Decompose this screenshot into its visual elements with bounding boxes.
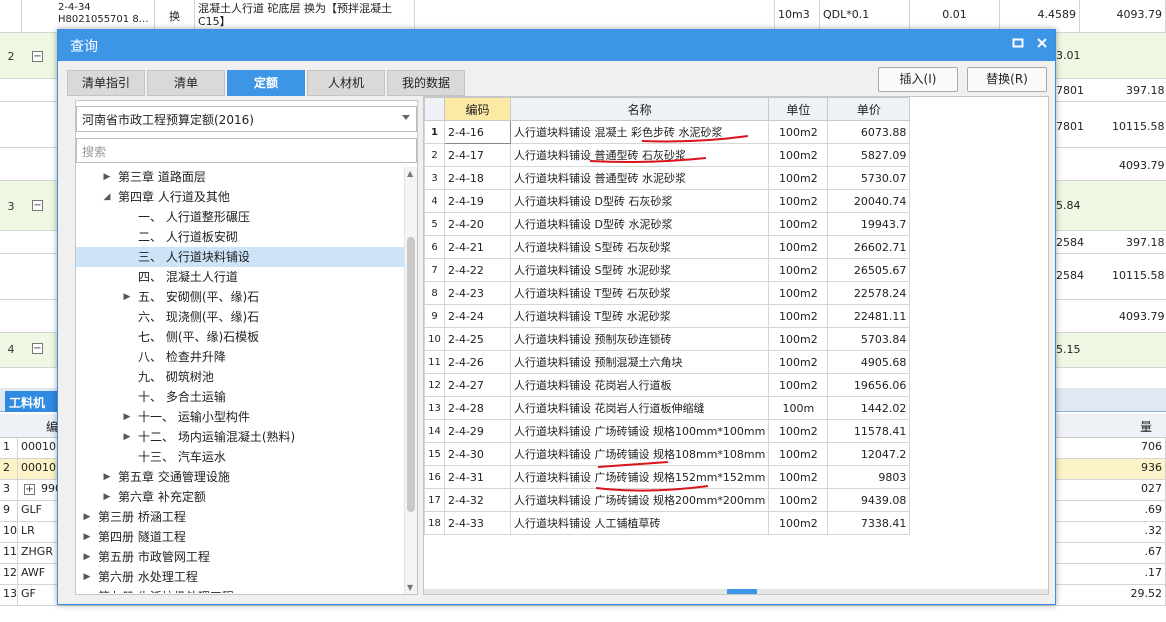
bottom-row-value: 027 [1120, 480, 1166, 500]
collapse-icon[interactable]: − [32, 51, 43, 62]
collapse-icon[interactable]: − [32, 200, 43, 211]
tab-labor-material-machine[interactable]: 工料机 [5, 391, 57, 412]
bottom-row-code: ZHGR [18, 543, 60, 563]
bottom-header-qty: 量 [1140, 420, 1153, 434]
bg-value: 4093.79 [1119, 310, 1165, 323]
bg-value: 10115.58 [1112, 120, 1165, 133]
bottom-row-code: LR [18, 522, 60, 542]
bottom-row-value: 706 [1120, 438, 1166, 458]
bottom-row-value: 936 [1120, 459, 1166, 479]
bottom-row-index: 1 [0, 438, 18, 458]
bg-op: 换 [155, 0, 195, 32]
bg-formula: QDL*0.1 [820, 0, 910, 32]
row-number: 4 [7, 343, 15, 356]
bg-value: 3.01 [1056, 49, 1081, 62]
bottom-row-index: 12 [0, 564, 18, 584]
bottom-row-value: 29.52 [1120, 585, 1166, 605]
bg-qty: 0.01 [910, 0, 1000, 32]
collapse-icon[interactable]: − [32, 343, 43, 354]
bg-v1: 4.4589 [1000, 0, 1080, 32]
bg-value: 397.18 [1126, 84, 1165, 97]
bg-cell [415, 0, 775, 32]
row-number: 3 [7, 200, 15, 213]
bg-value: 2584 [1056, 236, 1084, 249]
query-dialog: 查询 清单指引 清单 定额 人材机 我的数据 插入(I) 替换(R) 河南省市政… [57, 29, 1056, 605]
bg-value: 2584 [1056, 269, 1084, 282]
annotation-underline [597, 461, 669, 468]
bottom-row-code: GLF [18, 501, 60, 521]
bg-unit: 10m3 [775, 0, 820, 32]
annotation-underline [595, 485, 709, 492]
bottom-row-index: 13 [0, 585, 18, 605]
bottom-row-value: .32 [1120, 522, 1166, 542]
bottom-row-value: .67 [1120, 543, 1166, 563]
bottom-row-value: .17 [1120, 564, 1166, 584]
expand-icon[interactable]: + [24, 484, 35, 495]
bg-value: 5.84 [1056, 199, 1081, 212]
bottom-row-value: .69 [1120, 501, 1166, 521]
bg-value: 7801 [1056, 84, 1084, 97]
row-number: 2 [7, 50, 15, 63]
bg-value: 10115.58 [1112, 269, 1165, 282]
bottom-row-index: 9 [0, 501, 18, 521]
bg-value: 7801 [1056, 120, 1084, 133]
bg-desc: 混凝土人行道 砣底层 换为【预拌混凝土 C15】 [195, 0, 415, 32]
bottom-row-index: 3 [0, 480, 18, 500]
annotation-underline [589, 157, 707, 163]
bg-value: 5.15 [1056, 343, 1081, 356]
annotation-layer [589, 135, 749, 492]
bg-value: 4093.79 [1119, 159, 1165, 172]
bottom-row-index: 10 [0, 522, 18, 542]
bg-cell [0, 0, 22, 32]
bottom-row-index: 11 [0, 543, 18, 563]
bg-code: 2-4-34 H8021055701 8… [55, 0, 155, 32]
bg-v2: 4093.79 [1080, 0, 1166, 32]
bottom-row-code: 000101 [18, 459, 60, 479]
bg-value: 397.18 [1126, 236, 1165, 249]
bottom-row-index: 2 [0, 459, 18, 479]
bottom-row-code: GF [18, 585, 60, 605]
bottom-row-code: 000101 [18, 438, 60, 458]
bottom-row-code: AWF [18, 564, 60, 584]
annotation-underline [641, 135, 749, 143]
